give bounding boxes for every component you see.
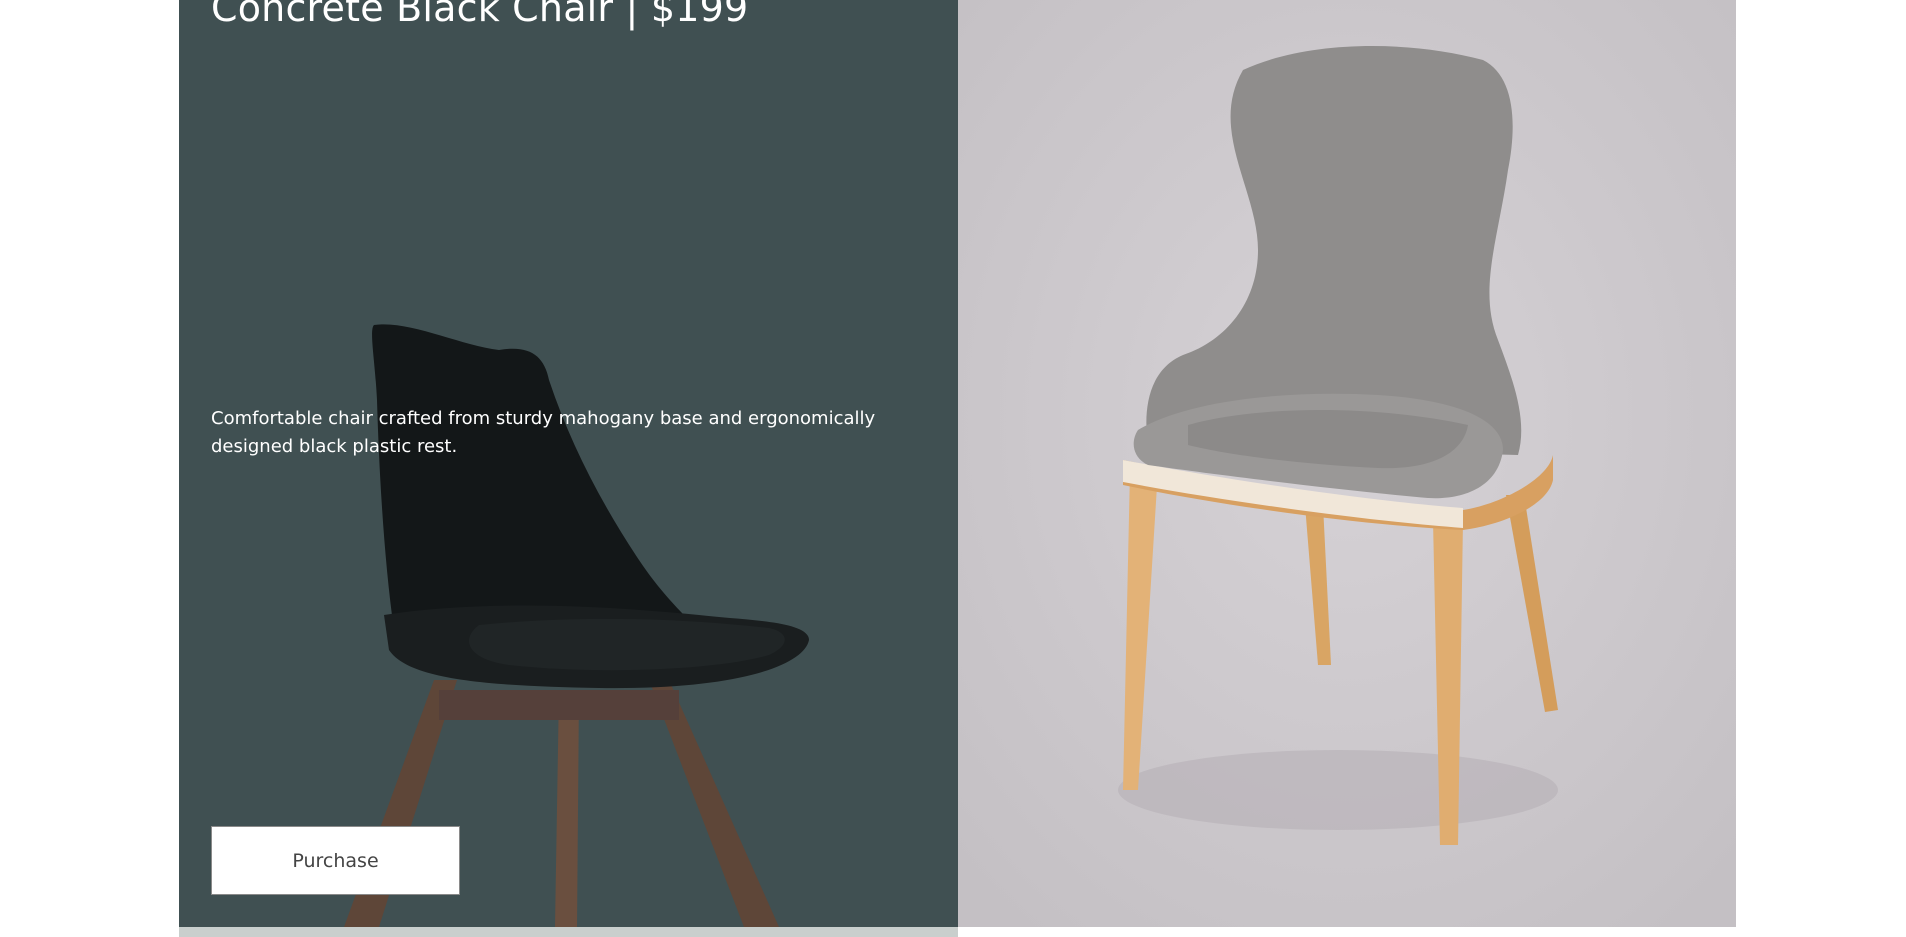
product-image-panel [958, 0, 1736, 927]
grey-chair-image [958, 0, 1736, 927]
black-chair-image [344, 324, 809, 927]
section-divider [179, 927, 958, 937]
purchase-button[interactable]: Purchase [211, 826, 460, 895]
section-divider-right [958, 927, 1736, 937]
product-hero-panel: Concrete Black Chair | $199 Comfortable … [179, 0, 958, 927]
product-title: Concrete Black Chair | $199 [211, 0, 749, 30]
product-description: Comfortable chair crafted from sturdy ma… [211, 408, 876, 457]
